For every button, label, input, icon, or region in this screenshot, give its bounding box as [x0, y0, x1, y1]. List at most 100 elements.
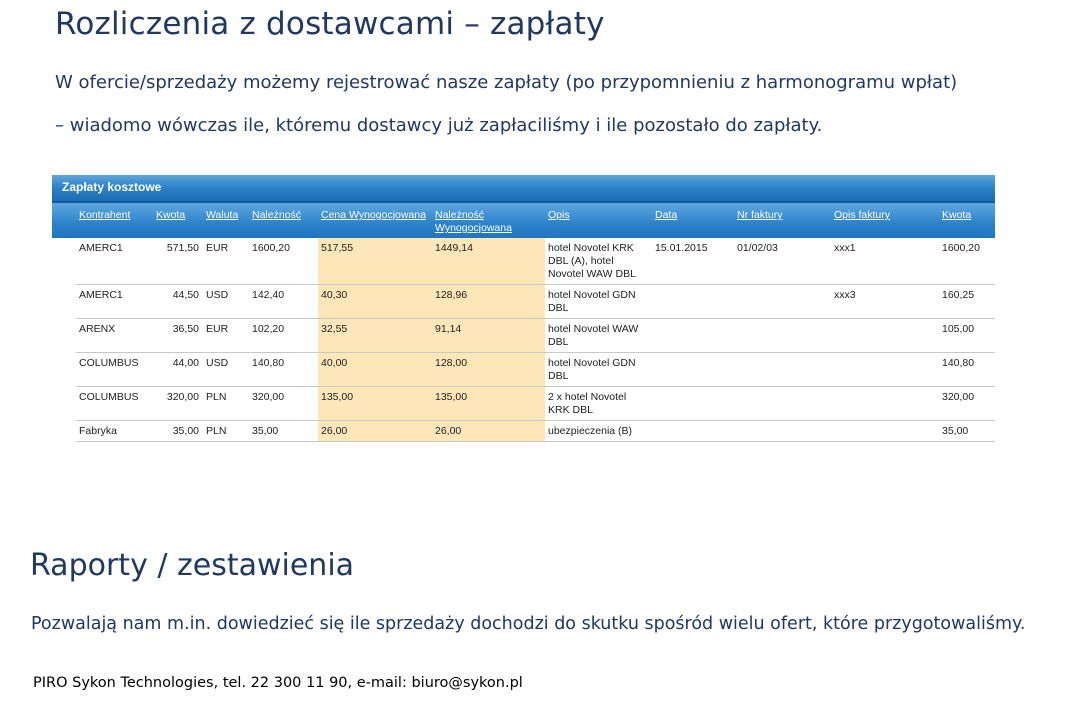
cell-kontrahent: Fabryka — [76, 420, 153, 442]
row-spacer — [52, 238, 76, 285]
cell-naleznosc: 142,40 — [249, 284, 318, 319]
cell-data: 15.01.2015 — [652, 238, 734, 285]
table-row[interactable]: COLUMBUS 320,00 PLN 320,00 135,00 135,00… — [52, 386, 995, 421]
cell-opis-faktury — [831, 352, 939, 387]
table-row[interactable]: COLUMBUS 44,00 USD 140,80 40,00 128,00 h… — [52, 352, 995, 387]
footer-contact: PIRO Sykon Technologies, tel. 22 300 11 … — [33, 675, 523, 691]
cell-kontrahent: ARENX — [76, 318, 153, 353]
cell-opis: hotel Novotel GDN DBL — [545, 352, 652, 387]
cell-waluta: EUR — [203, 318, 249, 353]
cell-waluta: EUR — [203, 238, 249, 285]
cell-kontrahent: AMERC1 — [76, 238, 153, 285]
cell-naleznosc: 1600,20 — [249, 238, 318, 285]
cell-naleznosc-wyn: 128,00 — [432, 352, 545, 387]
cell-kwota-2: 140,80 — [939, 352, 995, 387]
header-spacer — [52, 203, 76, 238]
cell-data — [652, 420, 734, 442]
cell-kontrahent: COLUMBUS — [76, 386, 153, 421]
cell-cena: 40,00 — [318, 352, 432, 387]
table-title-bar: Zapłaty kosztowe — [52, 175, 995, 203]
cell-kwota: 44,50 — [153, 284, 203, 319]
header-kontrahent[interactable]: Kontrahent — [76, 203, 153, 238]
cell-naleznosc-wyn: 26,00 — [432, 420, 545, 442]
row-spacer — [52, 353, 76, 387]
cell-waluta: USD — [203, 284, 249, 319]
cell-nr-faktury — [734, 386, 831, 421]
cell-data — [652, 386, 734, 421]
cell-nr-faktury — [734, 420, 831, 442]
row-spacer — [52, 421, 76, 442]
cell-cena: 135,00 — [318, 386, 432, 421]
cell-kwota-2: 320,00 — [939, 386, 995, 421]
cell-data — [652, 318, 734, 353]
cell-nr-faktury: 01/02/03 — [734, 238, 831, 285]
cell-naleznosc: 102,20 — [249, 318, 318, 353]
cell-nr-faktury — [734, 318, 831, 353]
cell-opis-faktury: xxx1 — [831, 238, 939, 285]
cell-nr-faktury — [734, 352, 831, 387]
cell-kwota: 36,50 — [153, 318, 203, 353]
cell-cena: 26,00 — [318, 420, 432, 442]
cell-kontrahent: COLUMBUS — [76, 352, 153, 387]
cell-kwota: 35,00 — [153, 420, 203, 442]
cell-cena: 517,55 — [318, 238, 432, 285]
cell-waluta: USD — [203, 352, 249, 387]
cell-naleznosc-wyn: 1449,14 — [432, 238, 545, 285]
cell-kwota: 44,00 — [153, 352, 203, 387]
cell-naleznosc-wyn: 128,96 — [432, 284, 545, 319]
header-data[interactable]: Data — [652, 203, 734, 238]
cell-opis: hotel Novotel KRK DBL (A), hotel Novotel… — [545, 238, 652, 285]
table-header-row: Kontrahent Kwota Waluta Należność Cena W… — [52, 203, 995, 238]
cell-opis-faktury — [831, 420, 939, 442]
intro-paragraph-line1: W ofercie/sprzedaży możemy rejestrować n… — [55, 72, 958, 93]
row-spacer — [52, 387, 76, 421]
cell-cena: 32,55 — [318, 318, 432, 353]
section-heading-reports: Raporty / zestawienia — [30, 548, 355, 583]
page-title: Rozliczenia z dostawcami – zapłaty — [55, 6, 605, 42]
header-naleznosc-wynegocjowana[interactable]: Należność Wynogocjowana — [432, 203, 545, 238]
payments-table-panel: Zapłaty kosztowe Kontrahent Kwota Waluta… — [52, 175, 995, 442]
header-cena-wynegocjowana[interactable]: Cena Wynogocjowana — [318, 203, 432, 238]
cell-kwota-2: 105,00 — [939, 318, 995, 353]
cell-opis: ubezpieczenia (B) — [545, 420, 652, 442]
cell-naleznosc: 320,00 — [249, 386, 318, 421]
cell-kwota-2: 160,25 — [939, 284, 995, 319]
table-row[interactable]: AMERC1 44,50 USD 142,40 40,30 128,96 hot… — [52, 284, 995, 319]
table-row[interactable]: AMERC1 571,50 EUR 1600,20 517,55 1449,14… — [52, 238, 995, 285]
cell-waluta: PLN — [203, 386, 249, 421]
cell-waluta: PLN — [203, 420, 249, 442]
row-spacer — [52, 285, 76, 319]
cell-kontrahent: AMERC1 — [76, 284, 153, 319]
cell-opis: hotel Novotel GDN DBL — [545, 284, 652, 319]
intro-paragraph-line2: – wiadomo wówczas ile, któremu dostawcy … — [55, 115, 823, 136]
header-kwota-2[interactable]: Kwota — [939, 203, 995, 238]
header-opis[interactable]: Opis — [545, 203, 652, 238]
cell-opis: hotel Novotel WAW DBL — [545, 318, 652, 353]
cell-kwota: 320,00 — [153, 386, 203, 421]
cell-data — [652, 352, 734, 387]
table-row[interactable]: ARENX 36,50 EUR 102,20 32,55 91,14 hotel… — [52, 318, 995, 353]
cell-naleznosc-wyn: 91,14 — [432, 318, 545, 353]
table-row[interactable]: Fabryka 35,00 PLN 35,00 26,00 26,00 ubez… — [52, 420, 995, 442]
cell-opis-faktury: xxx3 — [831, 284, 939, 319]
cell-naleznosc-wyn: 135,00 — [432, 386, 545, 421]
cell-kwota-2: 35,00 — [939, 420, 995, 442]
header-nr-faktury[interactable]: Nr faktury — [734, 203, 831, 238]
cell-kwota: 571,50 — [153, 238, 203, 285]
cell-cena: 40,30 — [318, 284, 432, 319]
cell-kwota-2: 1600,20 — [939, 238, 995, 285]
header-waluta[interactable]: Waluta — [203, 203, 249, 238]
cell-naleznosc: 140,80 — [249, 352, 318, 387]
header-kwota[interactable]: Kwota — [153, 203, 203, 238]
header-opis-faktury[interactable]: Opis faktury — [831, 203, 939, 238]
cell-nr-faktury — [734, 284, 831, 319]
reports-paragraph: Pozwalają nam m.in. dowiedzieć się ile s… — [31, 614, 1026, 634]
cell-opis-faktury — [831, 386, 939, 421]
cell-naleznosc: 35,00 — [249, 420, 318, 442]
cell-data — [652, 284, 734, 319]
header-naleznosc[interactable]: Należność — [249, 203, 318, 238]
cell-opis: 2 x hotel Novotel KRK DBL — [545, 386, 652, 421]
cell-opis-faktury — [831, 318, 939, 353]
row-spacer — [52, 319, 76, 353]
payments-table: Kontrahent Kwota Waluta Należność Cena W… — [52, 203, 995, 442]
